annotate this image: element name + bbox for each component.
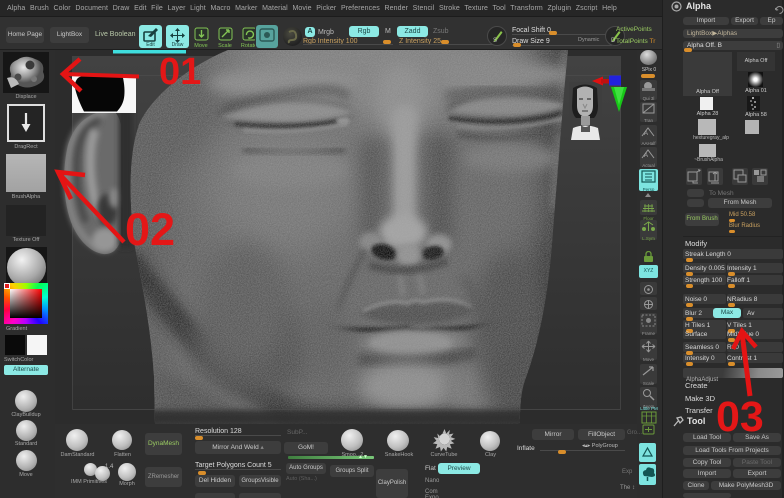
svg-text:Rotate: Rotate [241, 43, 255, 49]
svg-text:Move: Move [194, 43, 207, 49]
svg-text:Edit: Edit [146, 42, 155, 48]
svg-text:Draw: Draw [172, 42, 184, 48]
svg-text:A: A [644, 153, 648, 159]
svg-text:S: S [493, 38, 497, 44]
svg-text:Scale: Scale [218, 43, 232, 49]
svg-text:A: A [644, 131, 648, 137]
